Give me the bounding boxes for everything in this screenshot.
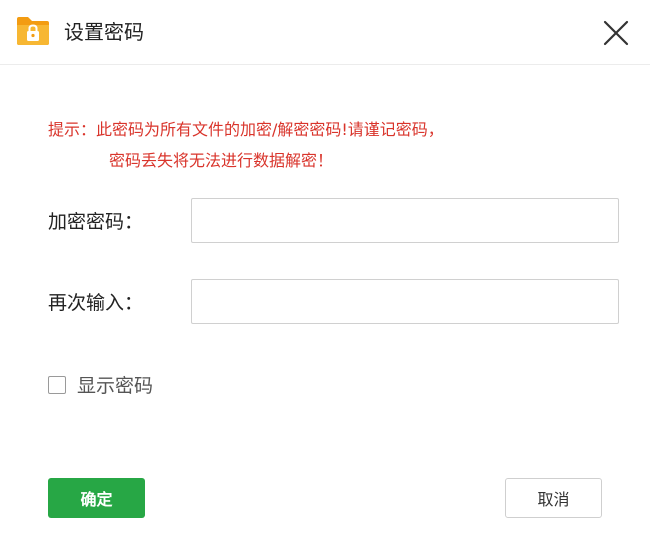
confirm-password-label: 再次输入： <box>48 292 144 314</box>
warning-notice: 提示：此密码为所有文件的加密/解密密码!请谨记密码， 密码丢失将无法进行数据解密… <box>48 114 608 176</box>
set-password-dialog: 设置密码 提示：此密码为所有文件的加密/解密密码!请谨记密码， 密码丢失将无法进… <box>0 0 650 540</box>
close-icon[interactable] <box>598 15 634 51</box>
cancel-button[interactable]: 取消 <box>505 478 602 518</box>
show-password-checkbox[interactable] <box>48 376 66 394</box>
folder-lock-icon <box>14 12 52 50</box>
warning-line-1: 提示：此密码为所有文件的加密/解密密码!请谨记密码， <box>48 120 444 139</box>
show-password-label[interactable]: 显示密码 <box>77 374 153 398</box>
confirm-password-input[interactable] <box>191 279 619 324</box>
dialog-title: 设置密码 <box>64 20 144 44</box>
ok-button[interactable]: 确定 <box>48 478 145 518</box>
title-bar: 设置密码 <box>0 0 650 65</box>
password-label: 加密密码： <box>48 211 144 233</box>
warning-line-2: 密码丢失将无法进行数据解密！ <box>109 151 334 170</box>
password-input[interactable] <box>191 198 619 243</box>
